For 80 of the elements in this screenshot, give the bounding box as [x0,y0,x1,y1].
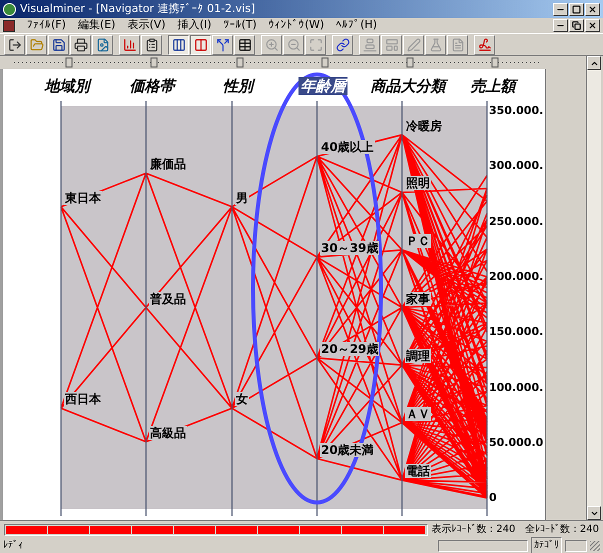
status-panel-label: ｶﾃｺﾞﾘ [531,537,562,553]
zoom-in-icon [264,38,278,52]
axis-position-ruler[interactable] [12,57,542,68]
bar-chart-icon [122,38,136,52]
axis-title[interactable]: 価格帯 [128,77,176,95]
shown-record-count: 表示ﾚｺｰﾄﾞ数 : 240 [432,522,516,537]
split-icon [216,38,230,52]
tick-label: 50.000.0 [489,436,544,449]
menu-item[interactable]: 表示(V) [121,17,172,34]
category-label: 冷暖房 [405,118,443,133]
menu-item[interactable]: 挿入(I) [172,17,218,34]
image-file-icon [96,38,110,52]
menu-item[interactable]: ﾂｰﾙ(T) [217,17,263,34]
axis-title[interactable]: 年齢層 [298,77,348,95]
close-button[interactable] [585,19,600,32]
size-grip-icon [590,540,600,550]
maximize-icon [572,4,581,14]
vertical-scrollbar[interactable] [586,56,601,520]
category-label: 20～29歳 [320,342,380,356]
category-label: 廉価品 [149,157,187,172]
total-record-count: 全ﾚｺｰﾄﾞ数 : 240 [525,522,599,537]
restore-button[interactable] [569,19,584,32]
clipboard-icon [144,38,158,52]
document-icon [450,38,464,52]
form-icon [384,38,398,52]
window-title: Visualminer - [Navigator 連携ﾃﾞｰﾀ 01-2.vis] [20,0,255,17]
status-message: ﾚﾃﾞｨ [3,538,23,553]
maximize-button[interactable] [569,2,584,16]
menu-item[interactable]: ｳｨﾝﾄﾞｳ(W) [262,17,330,34]
category-label: 照明 [405,176,431,190]
pen-icon [406,38,420,52]
status-panel [565,540,587,552]
zoom-fit-icon [308,38,322,52]
link-icon [336,38,350,52]
minimize-button[interactable] [553,2,568,16]
category-label: 40歳以上 [320,140,375,154]
category-label: 高級品 [149,426,187,440]
axis-title[interactable]: 商品大分類 [368,77,448,95]
category-label: 男 [235,190,249,205]
axis-title[interactable]: 売上額 [468,77,518,95]
toolbar-button[interactable] [168,34,189,54]
columns-icon [172,38,186,52]
category-label: 調理 [405,349,431,364]
flask-icon [428,38,442,52]
folder-icon [30,38,44,52]
category-label: 30～39歳 [320,241,380,256]
tick-label: 350.000. [489,104,544,117]
category-label: 東日本 [64,190,102,205]
tick-label: 200.000. [489,270,544,283]
table-icon [238,38,252,52]
menu-item[interactable]: ﾌｧｲﾙ(F) [21,17,72,34]
category-label: 西日本 [64,392,102,406]
category-label: ＡＶ [405,406,431,421]
category-label: 普及品 [149,292,187,306]
category-label: 家事 [405,292,431,306]
menu-item[interactable]: ﾍﾙﾌﾟ(H) [330,17,384,34]
exit-door-icon [8,38,22,52]
tick-label: 300.000. [489,159,544,172]
close-icon [588,4,597,14]
columns-icon [194,38,208,52]
tick-label: 250.000. [489,214,544,228]
zoom-out-icon [286,38,300,52]
document-icon [3,20,15,32]
tick-label: 100.000. [489,380,544,394]
category-label: 20歳未満 [320,442,375,457]
close-button[interactable] [585,2,600,16]
category-label: 女 [235,392,249,406]
axis-title[interactable]: 性別 [221,77,255,95]
category-label: 電話 [405,464,431,478]
tick-label: 150.000. [489,325,544,338]
axis-title[interactable]: 地域別 [42,77,92,95]
close-icon [588,21,597,30]
restore-icon [572,21,581,30]
app-logo-icon [3,2,16,16]
signature-icon [478,38,492,52]
tick-label: 0 [489,491,497,504]
printer-icon [74,38,88,52]
menu-item[interactable]: 編集(E) [72,17,122,34]
bars-icon [362,38,376,52]
minimize-button[interactable] [553,19,568,32]
